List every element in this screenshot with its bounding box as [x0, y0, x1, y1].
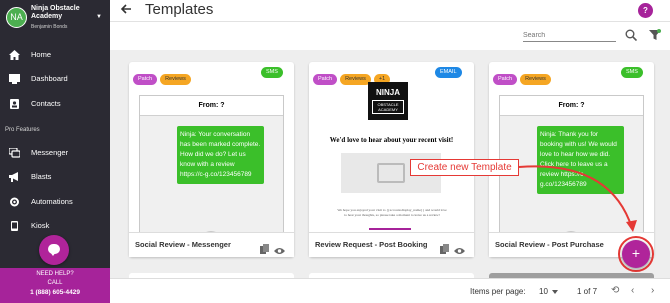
sidebar-item-label: Dashboard [31, 74, 68, 83]
items-per-page-label: Items per page: [470, 287, 526, 296]
help-line1: NEED HELP? [36, 271, 74, 277]
org-name: Ninja Obstacle Academy [31, 5, 80, 20]
home-icon [9, 50, 20, 60]
sms-from: From: ? [140, 96, 283, 116]
items-per-page-select[interactable]: 10 [539, 287, 558, 296]
search-icon[interactable] [625, 28, 638, 42]
sidebar-item-dashboard[interactable]: Dashboard [0, 69, 110, 89]
sms-preview: From: ? Ninja: Thank you for booking wit… [499, 95, 644, 251]
sidebar-item-label: Blasts [31, 172, 52, 181]
card-footer: Social Review - Messenger [129, 232, 294, 257]
next-page-icon[interactable]: › [651, 285, 654, 296]
sidebar-item-label: Contacts [31, 99, 61, 108]
annotation-label: Create new Template [410, 159, 519, 176]
sidebar-item-home[interactable]: Home [0, 45, 110, 65]
sidebar-item-label: Messenger [31, 148, 69, 157]
template-name: Social Review - Messenger [135, 240, 231, 249]
template-name: Social Review - Post Purchase [495, 240, 604, 249]
email-cta [369, 228, 411, 230]
tag-reviews: Reviews [160, 74, 191, 85]
caret-down-icon: ▼ [96, 14, 102, 20]
create-template-button[interactable]: + [622, 240, 650, 268]
sidebar-item-label: Kiosk [31, 221, 50, 230]
tag-list: Patch Reviews [493, 67, 554, 85]
template-name: Review Request - Post Booking [315, 240, 428, 249]
template-card[interactable]: Patch Reviews SMS From: ? Ninja: Your con… [129, 62, 294, 257]
contacts-icon [9, 99, 20, 109]
user-name: Benjamin Bonds [31, 24, 68, 30]
dashboard-icon [9, 74, 20, 84]
help-line2: CALL [47, 280, 63, 286]
sidebar-item-blasts[interactable]: Blasts [0, 167, 110, 187]
page-range: 1 of 7 [577, 287, 598, 296]
sidebar-item-automations[interactable]: Automations [0, 192, 110, 212]
academy-logo: NINJA OBSTACLE ACADEMY [368, 82, 408, 120]
email-heading: We'd love to hear about your recent visi… [329, 136, 454, 144]
sms-from: From: ? [500, 96, 643, 116]
avatar: NA [6, 7, 27, 28]
sms-preview: From: ? Ninja: Your conversation has bee… [139, 95, 284, 251]
sidebar-item-messenger[interactable]: Messenger [0, 143, 110, 163]
sidebar-item-kiosk[interactable]: Kiosk [0, 216, 110, 236]
sidebar: NA Ninja Obstacle Academy Benjamin Bonds… [0, 0, 110, 303]
page-title: Templates [145, 1, 214, 18]
messenger-icon [8, 147, 21, 158]
help-banner[interactable]: NEED HELP? CALL 1 (888) 605-4429 [0, 268, 110, 303]
toolbar [110, 22, 670, 50]
logo-text: NINJA [375, 88, 400, 97]
email-preview: NINJA OBSTACLE ACADEMY We'd love to hear… [319, 80, 464, 230]
help-button[interactable]: ? [638, 3, 653, 18]
chat-button[interactable] [39, 235, 69, 265]
logo-subtext: OBSTACLE ACADEMY [372, 100, 404, 114]
sms-bubble: Ninja: Thank you for booking with us! We… [537, 126, 624, 194]
kiosk-icon [9, 221, 20, 231]
email-body: We hope you enjoyed your visit to {{acco… [337, 208, 447, 217]
preview-eye-icon[interactable] [454, 242, 465, 254]
automations-icon [9, 197, 20, 207]
sidebar-item-label: Automations [31, 197, 73, 206]
sidebar-item-contacts[interactable]: Contacts [0, 94, 110, 114]
chat-icon [48, 244, 60, 256]
first-page-icon[interactable]: ⟲ [611, 285, 619, 296]
sidebar-item-label: Home [31, 50, 52, 59]
tag-reviews: Reviews [520, 74, 551, 85]
back-arrow-icon[interactable] [120, 3, 132, 18]
tag-patch: Patch [493, 74, 518, 85]
pagination: Items per page: 10 1 of 7 ⟲ ‹ › [110, 278, 670, 303]
channel-badge-sms: SMS [261, 67, 283, 78]
filter-active-dot [657, 29, 661, 33]
channel-badge-sms: SMS [621, 67, 643, 78]
search-input[interactable] [523, 30, 616, 42]
account-switcher[interactable]: NA Ninja Obstacle Academy Benjamin Bonds… [0, 0, 110, 38]
section-label: Pro Features [5, 127, 40, 133]
tag-list: Patch Reviews +1 [313, 67, 393, 85]
copy-icon[interactable] [260, 241, 269, 254]
tag-list: Patch Reviews [133, 67, 194, 85]
sms-bubble: Ninja: Your conversation has been marked… [177, 126, 264, 184]
header: Templates ? [110, 0, 670, 22]
prev-page-icon[interactable]: ‹ [631, 285, 634, 296]
megaphone-icon [9, 172, 20, 182]
channel-badge-email: EMAIL [435, 67, 462, 78]
copy-icon[interactable] [440, 241, 449, 254]
card-footer: Review Request - Post Booking [309, 232, 474, 257]
preview-eye-icon[interactable] [274, 242, 285, 254]
tag-patch: Patch [133, 74, 158, 85]
help-phone: 1 (888) 605-4429 [30, 289, 80, 296]
